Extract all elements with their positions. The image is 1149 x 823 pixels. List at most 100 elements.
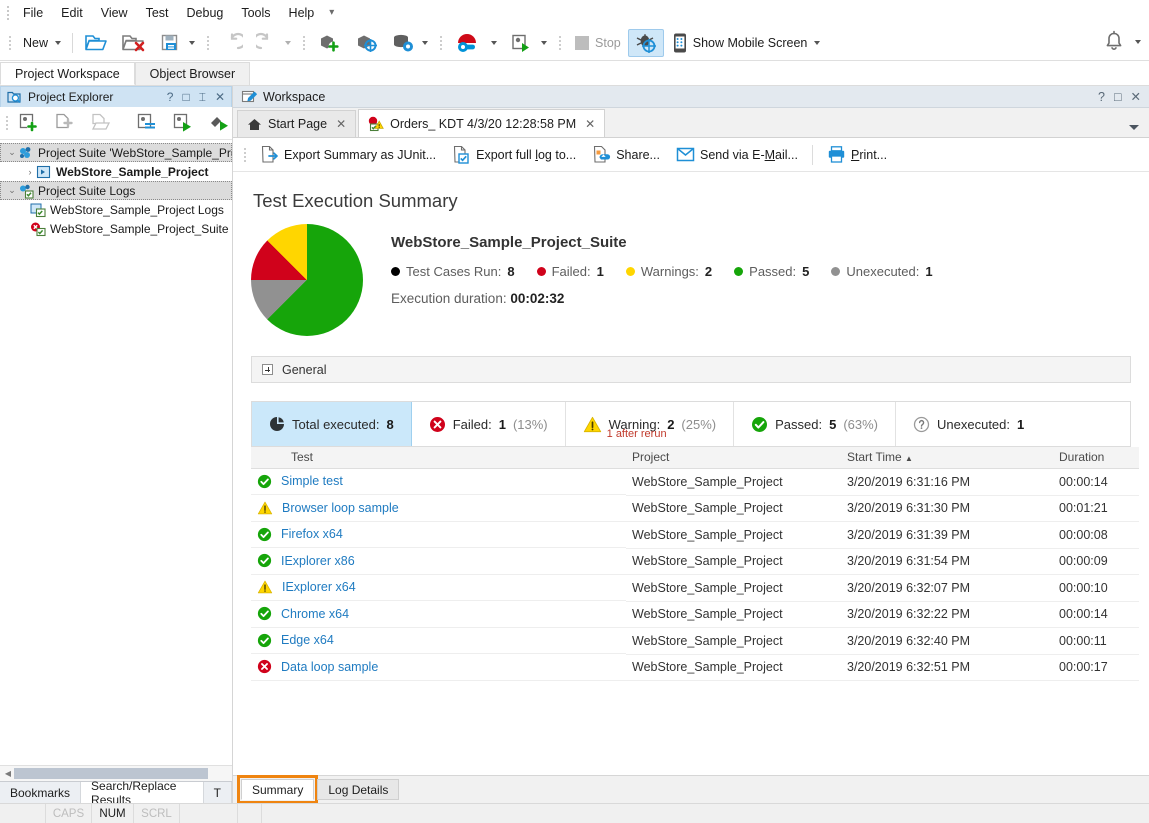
- cell-test-name[interactable]: Chrome x64: [251, 601, 626, 628]
- menu-help[interactable]: Help: [280, 3, 324, 23]
- close-project-button[interactable]: [115, 29, 153, 57]
- table-row[interactable]: Browser loop sample WebStore_Sample_Proj…: [251, 495, 1139, 522]
- chevron-down-icon[interactable]: [1135, 40, 1141, 44]
- close-button[interactable]: ✕: [1131, 89, 1141, 104]
- table-row[interactable]: Data loop sample WebStore_Sample_Project…: [251, 654, 1139, 681]
- tab-log-details[interactable]: Log Details: [317, 779, 399, 800]
- run-test-button[interactable]: [504, 29, 553, 57]
- help-button[interactable]: ?: [1098, 90, 1105, 104]
- card-unexecuted[interactable]: Unexecuted: 1: [896, 402, 1041, 446]
- export-toolbar-grip[interactable]: [241, 145, 249, 165]
- toolbar-grip-4[interactable]: [437, 33, 445, 53]
- card-warning[interactable]: Warning: 2 (25%) 1 after rerun: [566, 402, 734, 446]
- add-test-item-button[interactable]: [311, 29, 347, 57]
- database-settings-button[interactable]: [385, 29, 434, 57]
- test-link[interactable]: IExplorer x86: [281, 554, 355, 568]
- tab-project-workspace[interactable]: Project Workspace: [0, 62, 135, 85]
- menu-edit[interactable]: Edit: [52, 3, 92, 23]
- menu-overflow-icon[interactable]: ▾: [323, 4, 340, 21]
- project-items-icon[interactable]: [130, 109, 164, 137]
- toolbar-grip-3[interactable]: [300, 33, 308, 53]
- run-project-icon[interactable]: [166, 109, 200, 137]
- notification-bell-icon[interactable]: [1102, 29, 1126, 55]
- test-link[interactable]: Edge x64: [281, 633, 334, 647]
- chevron-down-icon[interactable]: [1127, 122, 1141, 132]
- test-link[interactable]: Data loop sample: [281, 660, 378, 674]
- tab-summary[interactable]: Summary: [241, 779, 314, 800]
- notification-area[interactable]: [1102, 29, 1141, 55]
- doc-tab-orders-kdt[interactable]: Orders_ KDT 4/3/20 12:28:58 PM ✕: [358, 109, 605, 137]
- pin-button[interactable]: ⌶: [199, 90, 206, 105]
- doc-tab-start-page[interactable]: Start Page ✕: [237, 110, 356, 137]
- pe-toolbar-grip[interactable]: [6, 113, 8, 133]
- tree-item-suite-log-error[interactable]: WebStore_Sample_Project_Suite 3/2: [0, 219, 232, 238]
- cell-test-name[interactable]: Simple test: [251, 469, 626, 496]
- menu-tools[interactable]: Tools: [232, 3, 279, 23]
- menu-view[interactable]: View: [92, 3, 137, 23]
- column-header-test[interactable]: Test: [251, 447, 626, 468]
- save-button[interactable]: [154, 29, 201, 57]
- tree-item-project-suite-logs[interactable]: ⌄ Project Suite Logs: [0, 181, 232, 200]
- table-row[interactable]: IExplorer x64 WebStore_Sample_Project 3/…: [251, 575, 1139, 602]
- card-total-executed[interactable]: Total executed: 8: [252, 402, 412, 446]
- tree-item-project-suite[interactable]: ⌄ Project Suite 'WebStore_Sample_Project: [0, 143, 232, 162]
- close-tab-icon[interactable]: ✕: [585, 117, 595, 131]
- maximize-button[interactable]: □: [182, 90, 189, 104]
- stop-button[interactable]: Stop: [567, 29, 627, 57]
- test-link[interactable]: Firefox x64: [281, 527, 343, 541]
- show-mobile-screen-button[interactable]: Show Mobile Screen: [665, 29, 827, 57]
- new-project-suite-icon[interactable]: [12, 109, 46, 137]
- table-row[interactable]: Simple test WebStore_Sample_Project 3/20…: [251, 468, 1139, 495]
- scrollbar-thumb[interactable]: [14, 768, 208, 779]
- tab-search-replace-results[interactable]: Search/Replace Results: [81, 782, 204, 803]
- help-button[interactable]: ?: [167, 90, 174, 104]
- cell-test-name[interactable]: Browser loop sample: [251, 495, 626, 522]
- column-header-start-time[interactable]: Start Time ▲: [841, 447, 1053, 468]
- toolbar-grip[interactable]: [6, 33, 14, 53]
- cell-test-name[interactable]: IExplorer x86: [251, 548, 626, 575]
- project-tree[interactable]: ⌄ Project Suite 'WebStore_Sample_Project…: [0, 140, 232, 765]
- close-button[interactable]: ✕: [215, 90, 225, 104]
- expand-toggle-icon[interactable]: ⌄: [6, 185, 18, 196]
- print-button[interactable]: Print...: [820, 142, 894, 168]
- test-link[interactable]: Simple test: [281, 474, 343, 488]
- toolbar-grip-5[interactable]: [556, 33, 564, 53]
- cell-test-name[interactable]: IExplorer x64: [251, 575, 626, 602]
- open-project-button[interactable]: [78, 29, 114, 57]
- close-tab-icon[interactable]: ✕: [336, 117, 346, 131]
- card-passed[interactable]: Passed: 5 (63%): [734, 402, 896, 446]
- expand-toggle-icon[interactable]: ›: [24, 167, 36, 177]
- table-row[interactable]: Edge x64 WebStore_Sample_Project 3/20/20…: [251, 628, 1139, 655]
- maximize-button[interactable]: □: [1114, 90, 1122, 104]
- card-failed[interactable]: Failed: 1 (13%): [412, 402, 566, 446]
- expand-toggle-icon[interactable]: ⌄: [6, 147, 18, 158]
- export-summary-junit-button[interactable]: Export Summary as JUnit...: [253, 142, 443, 168]
- record-test-button[interactable]: [448, 29, 503, 57]
- table-row[interactable]: Chrome x64 WebStore_Sample_Project 3/20/…: [251, 601, 1139, 628]
- new-project-icon[interactable]: [48, 109, 82, 137]
- open-project-icon[interactable]: [84, 109, 118, 137]
- column-header-duration[interactable]: Duration: [1053, 447, 1139, 468]
- tree-item-webstore-project[interactable]: › WebStore_Sample_Project: [0, 162, 232, 181]
- toolbar-grip-2[interactable]: [204, 33, 212, 53]
- menu-test[interactable]: Test: [137, 3, 178, 23]
- menu-grip[interactable]: [4, 4, 12, 22]
- test-link[interactable]: IExplorer x64: [282, 580, 356, 594]
- tab-todo[interactable]: T: [204, 782, 232, 803]
- cell-test-name[interactable]: Data loop sample: [251, 654, 626, 681]
- new-button[interactable]: New: [17, 29, 67, 57]
- general-section-header[interactable]: General: [251, 356, 1131, 383]
- cell-test-name[interactable]: Firefox x64: [251, 522, 626, 549]
- tab-bookmarks[interactable]: Bookmarks: [0, 782, 81, 803]
- tab-object-browser[interactable]: Object Browser: [135, 62, 250, 85]
- table-row[interactable]: IExplorer x86 WebStore_Sample_Project 3/…: [251, 548, 1139, 575]
- expand-plus-icon[interactable]: [262, 364, 273, 375]
- export-full-log-button[interactable]: Export full log to...: [445, 142, 583, 168]
- send-email-button[interactable]: Send via E-Mail...: [669, 142, 805, 168]
- menu-file[interactable]: File: [14, 3, 52, 23]
- test-link[interactable]: Chrome x64: [281, 607, 349, 621]
- add-object-button[interactable]: [348, 29, 384, 57]
- table-row[interactable]: Firefox x64 WebStore_Sample_Project 3/20…: [251, 522, 1139, 549]
- redo-button[interactable]: [250, 29, 297, 57]
- column-header-project[interactable]: Project: [626, 447, 841, 468]
